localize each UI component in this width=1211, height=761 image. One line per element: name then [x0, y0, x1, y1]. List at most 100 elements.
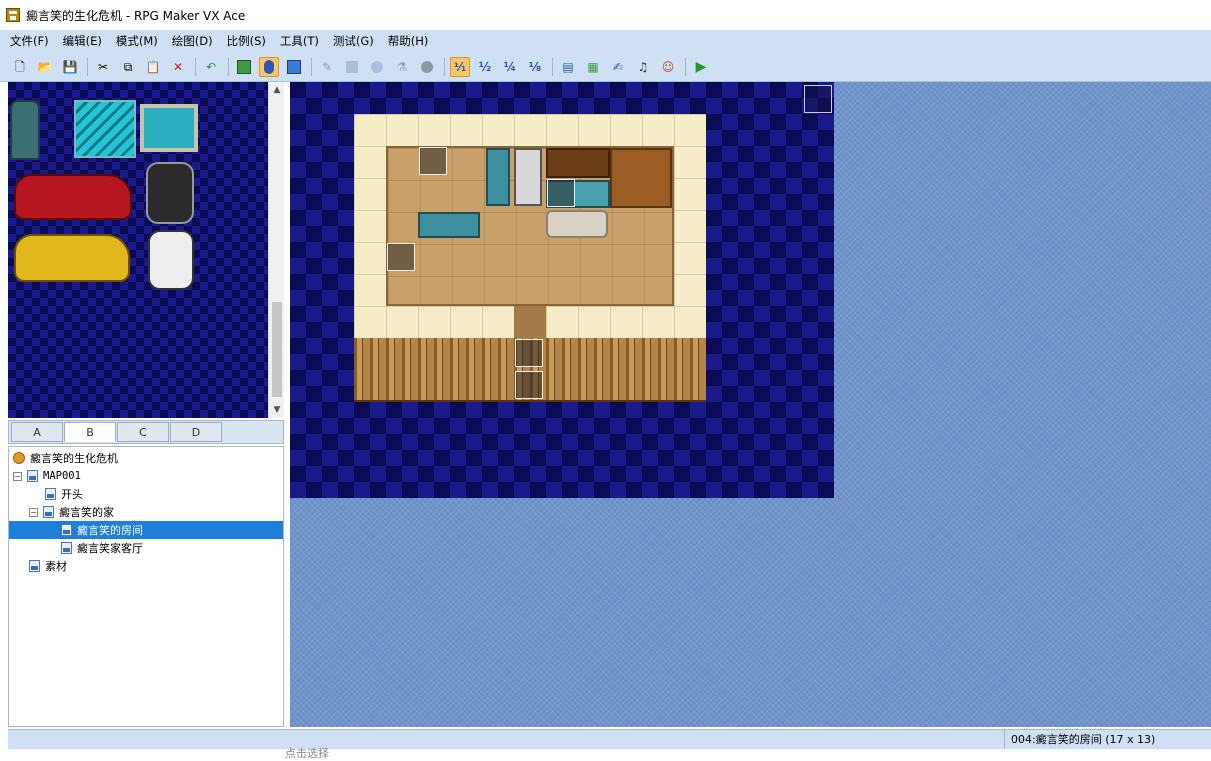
- collapse-icon[interactable]: −: [29, 507, 38, 517]
- toolbar-separator: [311, 57, 312, 76]
- cabinet: [486, 148, 510, 206]
- save-project-icon[interactable]: 💾: [60, 57, 80, 77]
- delete-icon[interactable]: ✕: [168, 57, 188, 77]
- map-layer-icon[interactable]: [234, 57, 254, 77]
- window-title: 癜言笑的生化危机 - RPG Maker VX Ace: [26, 8, 246, 23]
- app-icon: [6, 8, 20, 22]
- tileset-tabs: A B C D: [8, 420, 284, 444]
- counter: [546, 148, 610, 178]
- bottom-strip: 点击选择: [0, 747, 1211, 760]
- flood-fill-icon[interactable]: ⚗: [392, 57, 412, 77]
- pencil-icon[interactable]: ✎: [317, 57, 337, 77]
- tileset-tile-window[interactable]: [74, 100, 136, 158]
- event-layer-icon[interactable]: [259, 56, 279, 77]
- left-panel: ▲ ▼ A B C D 癜言笑的生化危机 − MAP001 开头 − 癜言笑的家: [8, 82, 286, 727]
- database-icon[interactable]: ▤: [558, 57, 578, 77]
- toolbar-separator: [685, 57, 686, 76]
- zoom-1-2-icon[interactable]: ½: [475, 57, 495, 77]
- zoom-1-8-icon[interactable]: ⅛: [525, 57, 545, 77]
- zoom-1-1-icon[interactable]: ¹⁄₁: [450, 56, 470, 77]
- scrollbar-thumb[interactable]: [272, 302, 282, 397]
- map-tree-label: 素材: [45, 560, 67, 573]
- map-tree-label: 开头: [61, 488, 83, 501]
- map-icon: [43, 506, 54, 518]
- tileset-tile-frame[interactable]: [140, 104, 198, 152]
- toolbar-separator: [228, 57, 229, 76]
- tileset-palette[interactable]: [8, 82, 268, 418]
- rug: [546, 210, 608, 238]
- map-tree: 癜言笑的生化危机 − MAP001 开头 − 癜言笑的家 癜言笑的房间 癜言笑家…: [8, 446, 284, 727]
- paste-icon[interactable]: 📋: [143, 57, 163, 77]
- map-tree-item[interactable]: − 癜言笑的家: [9, 503, 283, 521]
- event-marker[interactable]: [515, 371, 543, 399]
- menu-edit[interactable]: 编辑(E): [63, 33, 102, 49]
- event-marker[interactable]: [515, 339, 543, 367]
- scroll-down-icon[interactable]: ▼: [269, 402, 285, 418]
- tileset-tile-red-car[interactable]: [14, 174, 132, 220]
- map-tree-label: 癜言笑家客厅: [77, 542, 143, 555]
- map-tree-item[interactable]: 癜言笑家客厅: [9, 539, 283, 557]
- sound-test-icon[interactable]: ♫: [633, 57, 653, 77]
- menu-scale[interactable]: 比例(S): [227, 33, 266, 49]
- menu-file[interactable]: 文件(F): [10, 33, 49, 49]
- event-marker[interactable]: [387, 243, 415, 271]
- map-tree-item[interactable]: 素材: [9, 557, 283, 575]
- doorway: [514, 306, 546, 338]
- undo-icon[interactable]: ↶: [201, 57, 221, 77]
- menu-mode[interactable]: 模式(M): [116, 33, 158, 49]
- bookshelf: [610, 148, 672, 208]
- toolbar: 🗋 📂 💾 ✂ ⧉ 📋 ✕ ↶ ✎ ⚗ ¹⁄₁ ½ ¼ ⅛ ▤ ▦ ✍ ♫ ☺ …: [0, 52, 1211, 82]
- map-icon: [61, 542, 72, 554]
- map-icon: [27, 470, 38, 482]
- tileset-tile-plant[interactable]: [10, 100, 40, 160]
- map-cursor: [804, 85, 832, 113]
- map-tree-item-selected[interactable]: 癜言笑的房间: [9, 521, 283, 539]
- shadow-pen-icon[interactable]: [417, 57, 437, 77]
- tileset-tile-black-car[interactable]: [146, 162, 194, 224]
- table: [418, 212, 480, 238]
- toolbar-separator: [195, 57, 196, 76]
- menu-help[interactable]: 帮助(H): [388, 33, 429, 49]
- toolbar-separator: [444, 57, 445, 76]
- scroll-up-icon[interactable]: ▲: [269, 82, 285, 98]
- copy-icon[interactable]: ⧉: [118, 57, 138, 77]
- script-editor-icon[interactable]: ✍: [608, 57, 628, 77]
- open-project-icon[interactable]: 📂: [35, 57, 55, 77]
- map-canvas[interactable]: [290, 82, 834, 498]
- tileset-tile-taxi[interactable]: [14, 234, 130, 282]
- menu-test[interactable]: 测试(G): [333, 33, 374, 49]
- tab-a[interactable]: A: [11, 422, 63, 442]
- tab-c[interactable]: C: [117, 422, 169, 442]
- map-tree-project[interactable]: 癜言笑的生化危机: [9, 449, 283, 467]
- character-generator-icon[interactable]: ☺: [658, 57, 678, 77]
- region-layer-icon[interactable]: [284, 57, 304, 77]
- bottom-fragment-text: 点击选择: [285, 747, 329, 760]
- status-map-info: 004:癜言笑的房间 (17 x 13): [1004, 730, 1155, 750]
- window-titlebar: 癜言笑的生化危机 - RPG Maker VX Ace: [0, 0, 1211, 30]
- tab-d[interactable]: D: [170, 422, 222, 442]
- map-tree-item[interactable]: − MAP001: [9, 467, 283, 485]
- resource-manager-icon[interactable]: ▦: [583, 57, 603, 77]
- map-tree-label: 癜言笑的房间: [77, 524, 143, 537]
- project-icon: [13, 452, 25, 464]
- tileset-tile-police-car[interactable]: [148, 230, 194, 290]
- status-bar: 004:癜言笑的房间 (17 x 13): [8, 729, 1211, 750]
- zoom-1-4-icon[interactable]: ¼: [500, 57, 520, 77]
- event-marker[interactable]: [419, 147, 447, 175]
- new-project-icon[interactable]: 🗋: [10, 57, 30, 77]
- menu-tools[interactable]: 工具(T): [280, 33, 319, 49]
- event-marker[interactable]: [547, 179, 575, 207]
- rectangle-icon[interactable]: [342, 57, 362, 77]
- collapse-icon[interactable]: −: [13, 471, 22, 481]
- map-editor-area[interactable]: [290, 82, 1211, 727]
- menu-draw[interactable]: 绘图(D): [172, 33, 213, 49]
- room-layout: [354, 114, 706, 402]
- ellipse-icon[interactable]: [367, 57, 387, 77]
- map-tree-item[interactable]: 开头: [9, 485, 283, 503]
- tileset-scrollbar[interactable]: ▲ ▼: [268, 82, 284, 418]
- playtest-icon[interactable]: ▶: [691, 57, 711, 77]
- shelf-unit: [514, 148, 542, 206]
- tab-b[interactable]: B: [64, 422, 116, 442]
- map-icon: [45, 488, 56, 500]
- cut-icon[interactable]: ✂: [93, 57, 113, 77]
